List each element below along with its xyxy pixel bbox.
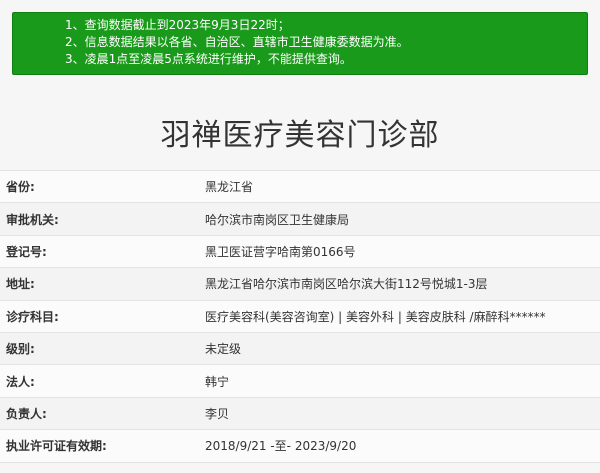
row-value: 黑龙江省 bbox=[205, 180, 254, 195]
row-value: 李贝 bbox=[205, 406, 230, 421]
row-label: 地址: bbox=[6, 277, 35, 292]
row-value: 哈尔滨市南岗区卫生健康局 bbox=[205, 212, 350, 227]
row-value: 韩宁 bbox=[205, 374, 230, 389]
details-table: 省份: 黑龙江省 审批机关: 哈尔滨市南岗区卫生健康局 登记号: 黑卫医证营字哈… bbox=[0, 170, 600, 463]
table-row-authority: 审批机关: 哈尔滨市南岗区卫生健康局 bbox=[0, 203, 600, 236]
notice-banner: 1、查询数据截止到2023年9月3日22时； 2、信息数据结果以各省、自治区、直… bbox=[12, 12, 588, 75]
row-label: 级别: bbox=[6, 342, 35, 357]
table-row-departments: 诊疗科目: 医疗美容科(美容咨询室) | 美容外科 | 美容皮肤科 /麻醉科**… bbox=[0, 300, 600, 333]
page-title: 羽禅医疗美容门诊部 bbox=[160, 118, 440, 153]
table-row-license-validity: 执业许可证有效期: 2018/9/21 -至- 2023/9/20 bbox=[0, 430, 600, 463]
row-value: 黑龙江省哈尔滨市南岗区哈尔滨大街112号悦城1-3层 bbox=[205, 277, 488, 292]
notice-line: 1、查询数据截止到2023年9月3日22时； bbox=[65, 18, 290, 32]
row-value: 黑卫医证营字哈南第0166号 bbox=[205, 244, 356, 259]
row-label: 法人: bbox=[6, 374, 35, 389]
row-value: 医疗美容科(美容咨询室) | 美容外科 | 美容皮肤科 /麻醉科****** bbox=[205, 309, 546, 324]
row-label: 诊疗科目: bbox=[6, 309, 59, 324]
table-row-address: 地址: 黑龙江省哈尔滨市南岗区哈尔滨大街112号悦城1-3层 bbox=[0, 268, 600, 301]
table-row-legal-person: 法人: 韩宁 bbox=[0, 365, 600, 398]
row-label: 审批机关: bbox=[6, 212, 59, 227]
row-label: 负责人: bbox=[6, 406, 47, 421]
row-label: 省份: bbox=[6, 180, 35, 195]
notice-line: 2、信息数据结果以各省、自治区、直辖市卫生健康委数据为准。 bbox=[65, 35, 409, 49]
table-row-level: 级别: 未定级 bbox=[0, 332, 600, 366]
table-row-person-in-charge: 负责人: 李贝 bbox=[0, 397, 600, 431]
table-row-province: 省份: 黑龙江省 bbox=[0, 171, 600, 204]
row-value: 2018/9/21 -至- 2023/9/20 bbox=[205, 439, 357, 454]
row-value: 未定级 bbox=[205, 342, 242, 357]
row-label: 登记号: bbox=[6, 244, 47, 259]
row-label: 执业许可证有效期: bbox=[6, 439, 107, 454]
notice-line: 3、凌晨1点至凌晨5点系统进行维护，不能提供查询。 bbox=[65, 52, 352, 66]
table-row-registration: 登记号: 黑卫医证营字哈南第0166号 bbox=[0, 235, 600, 269]
